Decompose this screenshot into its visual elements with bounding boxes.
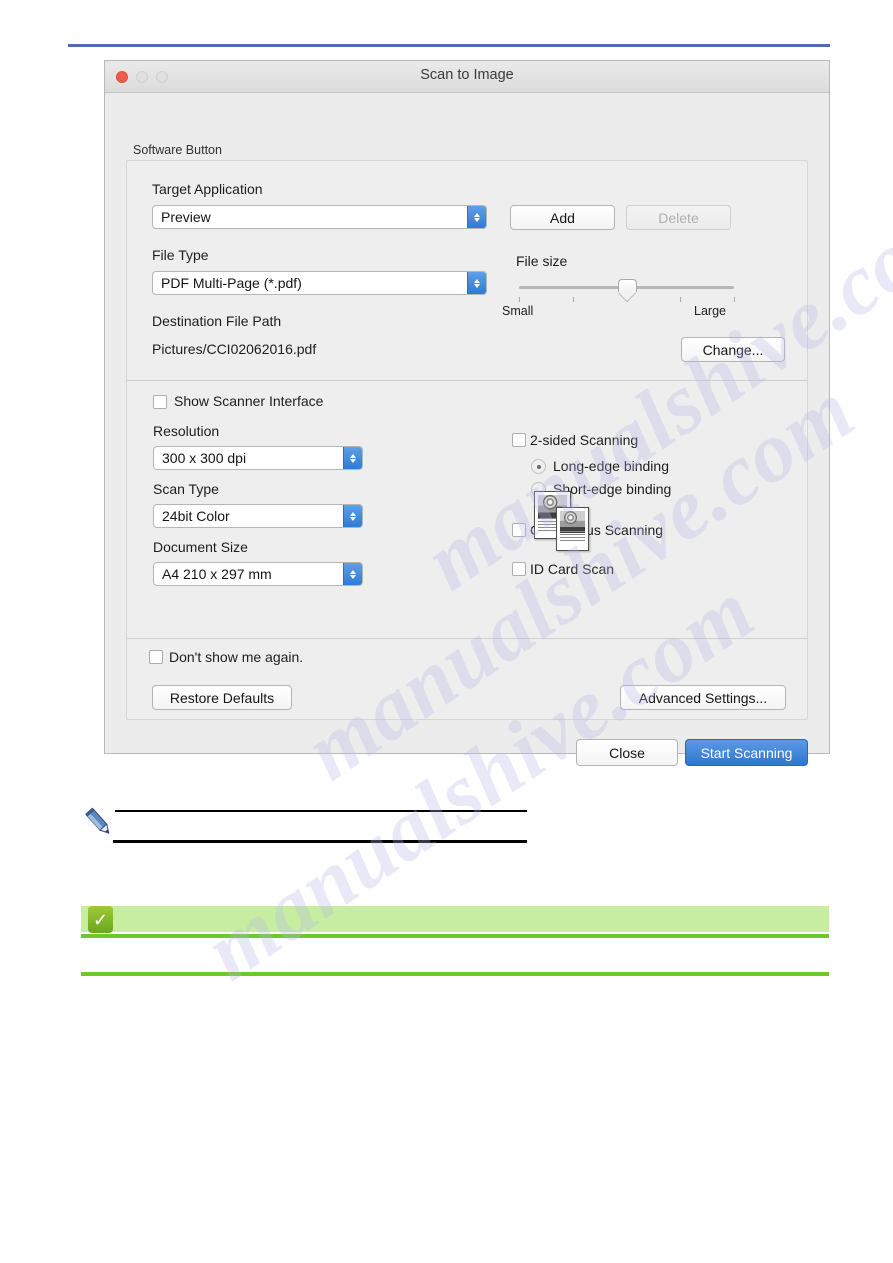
add-button[interactable]: Add [510, 205, 615, 230]
advanced-settings-button[interactable]: Advanced Settings... [620, 685, 786, 710]
tip-highlight-bar [81, 906, 829, 932]
resolution-label: Resolution [153, 423, 220, 439]
file-size-slider[interactable] [519, 277, 735, 305]
two-sided-scanning-label: 2-sided Scanning [530, 432, 639, 448]
dont-show-again-checkbox[interactable] [149, 650, 163, 664]
file-type-label: File Type [152, 247, 209, 263]
file-size-label: File size [516, 253, 568, 269]
dont-show-again-label: Don't show me again. [169, 649, 304, 665]
green-rule-top [81, 934, 829, 938]
document-size-select[interactable]: A4 210 x 297 mm [153, 562, 363, 586]
file-size-max-label: Large [694, 304, 726, 318]
start-scanning-button[interactable]: Start Scanning [685, 739, 808, 766]
long-edge-binding-radio[interactable] [531, 459, 546, 474]
restore-defaults-button[interactable]: Restore Defaults [152, 685, 292, 710]
document-size-label: Document Size [153, 539, 248, 555]
change-button[interactable]: Change... [681, 337, 785, 362]
target-application-select[interactable]: Preview [152, 205, 487, 229]
target-application-label: Target Application [152, 181, 263, 197]
software-button-groupbox: Target Application Preview Add Delete Fi… [126, 160, 808, 720]
file-size-min-label: Small [502, 304, 534, 318]
chevron-updown-icon[interactable] [343, 447, 362, 469]
scan-to-image-dialog: Scan to Image Software Button Target App… [104, 60, 830, 766]
dialog-body: Software Button Target Application Previ… [105, 93, 829, 766]
note-rule-top [115, 810, 527, 812]
resolution-value: 300 x 300 dpi [162, 450, 247, 466]
scan-type-label: Scan Type [153, 481, 219, 497]
show-scanner-interface-label: Show Scanner Interface [174, 393, 324, 409]
chevron-updown-icon[interactable] [343, 563, 362, 585]
document-thumbnail-front [556, 507, 589, 551]
resolution-select[interactable]: 300 x 300 dpi [153, 446, 363, 470]
scan-type-select[interactable]: 24bit Color [153, 504, 363, 528]
show-scanner-interface-checkbox[interactable] [153, 395, 167, 409]
scanned-documents-icon [534, 491, 594, 557]
checkmark-icon: ✓ [88, 906, 113, 933]
id-card-scan-label: ID Card Scan [530, 561, 615, 577]
file-type-select[interactable]: PDF Multi-Page (*.pdf) [152, 271, 487, 295]
two-sided-scanning-checkbox[interactable] [512, 433, 526, 447]
section-divider-2 [127, 638, 807, 639]
continuous-scanning-checkbox[interactable] [512, 523, 526, 537]
chevron-updown-icon[interactable] [467, 272, 486, 294]
close-button[interactable]: Close [576, 739, 678, 766]
top-blue-rule [68, 44, 830, 47]
dialog-titlebar[interactable]: Scan to Image [105, 61, 829, 93]
destination-file-path-value: Pictures/CCI02062016.pdf [152, 341, 317, 357]
delete-button[interactable]: Delete [626, 205, 731, 230]
chevron-updown-icon[interactable] [467, 206, 486, 228]
slider-thumb[interactable] [617, 279, 637, 301]
pencil-icon [82, 806, 116, 840]
page-root: manualshive.com manualshive.com manualsh… [0, 0, 893, 1263]
group-label: Software Button [133, 143, 222, 157]
green-rule-bottom [81, 972, 829, 976]
id-card-scan-checkbox[interactable] [512, 562, 526, 576]
long-edge-binding-label: Long-edge binding [553, 458, 669, 474]
scan-type-value: 24bit Color [162, 508, 230, 524]
chevron-updown-icon[interactable] [343, 505, 362, 527]
document-size-value: A4 210 x 297 mm [162, 566, 272, 582]
dialog-title: Scan to Image [420, 67, 514, 83]
section-divider-1 [127, 380, 807, 381]
destination-file-path-label: Destination File Path [152, 313, 282, 329]
target-application-value: Preview [161, 209, 211, 225]
note-rule-bottom [113, 840, 527, 843]
file-type-value: PDF Multi-Page (*.pdf) [161, 275, 302, 291]
